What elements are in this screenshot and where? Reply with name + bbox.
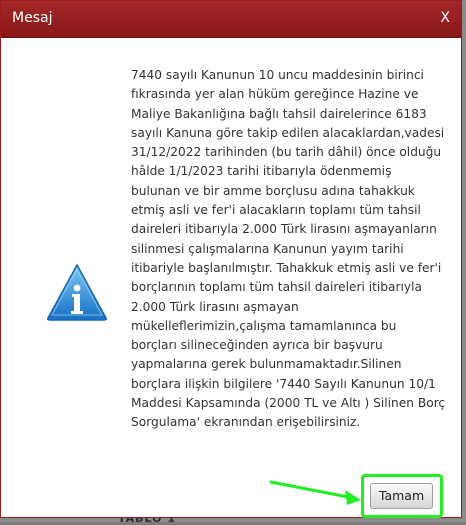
dialog-title: Mesaj [12, 10, 53, 26]
dialog-content: 7440 sayılı Kanunun 10 uncu maddesinin b… [1, 38, 461, 518]
ok-button-highlight: Tamam [361, 474, 443, 518]
dialog-titlebar: Mesaj X [1, 1, 461, 38]
annotation-arrow-icon [269, 480, 361, 505]
message-dialog: Mesaj X 7440 sayılı Kanunun 10 uncu madd… [0, 0, 462, 518]
ok-button[interactable]: Tamam [370, 483, 433, 509]
info-icon [47, 264, 107, 321]
dialog-message: 7440 sayılı Kanunun 10 uncu maddesinin b… [131, 68, 446, 430]
close-button[interactable]: X [440, 10, 450, 26]
